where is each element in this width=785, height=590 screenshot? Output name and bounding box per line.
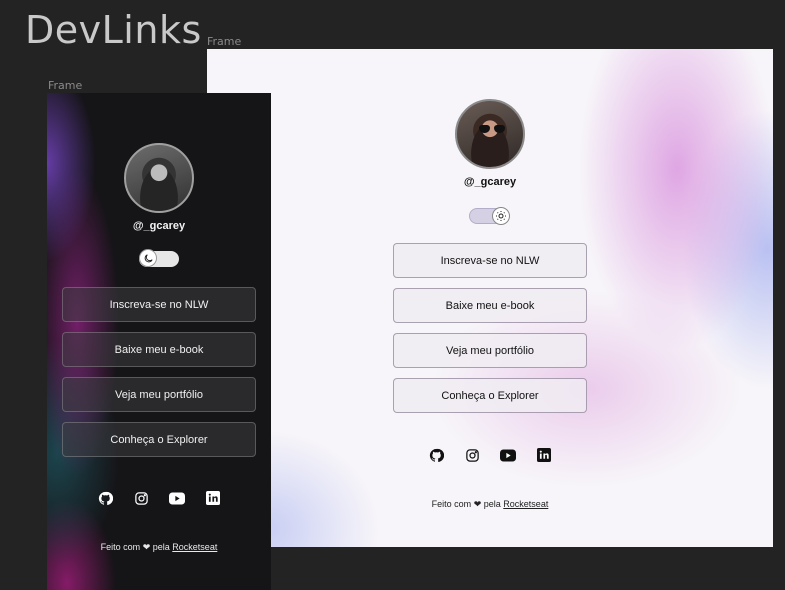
dark-mode-frame[interactable]: @_gcarey Inscreva-se no NLW Baixe meu e-… [47,93,271,590]
youtube-icon[interactable] [500,447,516,463]
ebook-button[interactable]: Baixe meu e-book [393,288,587,323]
heart-icon: ❤ [473,499,482,509]
frame-label-light[interactable]: Frame [207,35,241,48]
theme-toggle[interactable] [139,249,179,267]
footer-prefix: Feito com [431,499,472,509]
avatar [124,143,194,213]
social-links [47,490,271,506]
instagram-icon[interactable] [464,447,480,463]
footer: Feito com ❤ pela Rocketseat [207,499,773,510]
light-mode-frame[interactable]: @_gcarey Inscreva-se no NLW Baixe meu e-… [207,49,773,547]
portfolio-button[interactable]: Veja meu portfólio [393,333,587,368]
rocketseat-link[interactable]: Rocketseat [503,499,548,509]
linkedin-icon[interactable] [205,490,221,506]
youtube-icon[interactable] [169,490,185,506]
footer-middle: pela [483,499,501,509]
rocketseat-link[interactable]: Rocketseat [172,542,217,552]
footer: Feito com ❤ pela Rocketseat [47,542,271,553]
frame-label-dark[interactable]: Frame [48,79,82,92]
github-icon[interactable] [97,490,113,506]
profile-handle: @_gcarey [463,176,517,188]
footer-prefix: Feito com [100,542,141,552]
board-title: DevLinks [25,8,202,52]
ebook-button[interactable]: Baixe meu e-book [62,332,256,367]
nlw-button[interactable]: Inscreva-se no NLW [62,287,256,322]
nlw-button[interactable]: Inscreva-se no NLW [393,243,587,278]
heart-icon: ❤ [142,542,151,552]
linkedin-icon[interactable] [536,447,552,463]
explorer-button[interactable]: Conheça o Explorer [62,422,256,457]
sun-icon [492,207,510,225]
footer-middle: pela [152,542,170,552]
instagram-icon[interactable] [133,490,149,506]
social-links [207,447,773,463]
moon-icon [139,249,157,267]
github-icon[interactable] [428,447,444,463]
theme-toggle[interactable] [469,207,510,225]
explorer-button[interactable]: Conheça o Explorer [393,378,587,413]
profile-handle: @_gcarey [132,220,186,232]
avatar [455,99,525,169]
portfolio-button[interactable]: Veja meu portfólio [62,377,256,412]
